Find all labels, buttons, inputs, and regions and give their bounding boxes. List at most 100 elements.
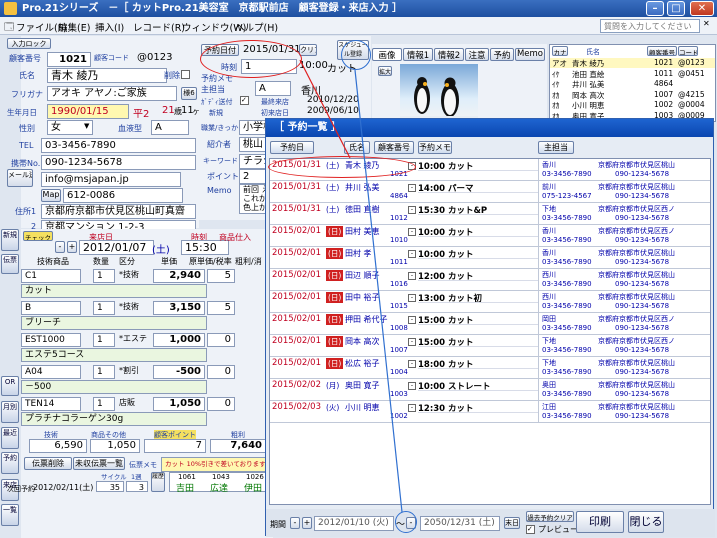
sidebar-monthly-button[interactable]: 月別 bbox=[1, 401, 19, 423]
tab-caution[interactable]: 注意 bbox=[465, 48, 489, 61]
list-item[interactable]: ｵｶ 岡本 高次 1007 @4215 bbox=[550, 90, 715, 100]
qty-field[interactable]: 1 bbox=[93, 397, 115, 411]
input-lock-button[interactable]: 入力ロック bbox=[7, 38, 51, 49]
list-header-no[interactable]: 顧客番号 bbox=[647, 46, 677, 56]
print-button[interactable]: 印刷 bbox=[576, 511, 624, 533]
rate-field[interactable]: 5 bbox=[207, 269, 235, 283]
reservation-row[interactable]: 2015/02/01 (日) 田中 裕子 1015-13:00 カット初 西川 03-34… bbox=[270, 291, 710, 313]
blood-select[interactable]: A bbox=[151, 120, 189, 135]
row-check[interactable]: - bbox=[408, 382, 416, 390]
mail-send-button[interactable]: メール送信 bbox=[7, 169, 33, 187]
customer-no-field[interactable]: 1021 bbox=[47, 52, 91, 67]
mobile-field[interactable]: 090-1234-5678 bbox=[41, 155, 196, 170]
menu-record[interactable]: レコード(R) bbox=[133, 20, 185, 34]
menu-help[interactable]: ヘルプ(H) bbox=[235, 20, 278, 34]
sort-memo-button[interactable]: 予約メモ bbox=[418, 141, 452, 154]
price-field[interactable]: 1,050 bbox=[153, 397, 205, 411]
reserve-clear-button[interactable]: クリア bbox=[299, 44, 317, 56]
item-code-field[interactable]: B bbox=[21, 301, 81, 315]
visit-date-field[interactable]: 2012/01/07 bbox=[79, 240, 154, 255]
period-from-field[interactable]: 2012/01/10 (火) bbox=[314, 516, 394, 531]
sidebar-recent-button[interactable]: 最近 bbox=[1, 427, 19, 449]
row-check[interactable]: - bbox=[408, 228, 416, 236]
item-name-field[interactable]: －500 bbox=[21, 380, 207, 394]
from-plus-button[interactable]: + bbox=[302, 517, 312, 529]
price-field[interactable]: 1,000 bbox=[153, 333, 205, 347]
sidebar-list-button[interactable]: 一覧 bbox=[1, 504, 19, 526]
sidebar-or-button[interactable]: OR bbox=[1, 376, 19, 396]
row-check[interactable]: - bbox=[408, 250, 416, 258]
qty-field[interactable]: 1 bbox=[93, 269, 115, 283]
sidebar-reserve-button[interactable]: 予約 bbox=[1, 452, 19, 474]
honorific-button[interactable]: 様6 bbox=[181, 87, 197, 100]
tab-reserve[interactable]: 予約 bbox=[490, 48, 514, 61]
rate-field[interactable]: 5 bbox=[207, 301, 235, 315]
row-check[interactable]: - bbox=[408, 272, 416, 280]
sidebar-slip-button[interactable]: 伝票 bbox=[1, 254, 19, 274]
check-button[interactable]: チェック bbox=[23, 231, 53, 241]
row-check[interactable]: - bbox=[408, 294, 416, 302]
sort-name-button[interactable]: 氏名 bbox=[344, 141, 370, 154]
clear-past-button[interactable]: 過去予約クリア bbox=[526, 511, 574, 522]
reservation-row[interactable]: 2015/02/01 (日) 岡本 高次 1007-15:00 カット 下地 03-345… bbox=[270, 335, 710, 357]
row-check[interactable]: - bbox=[408, 360, 416, 368]
tab-info1[interactable]: 情報1 bbox=[403, 48, 433, 61]
close-window-button[interactable]: ✕ bbox=[690, 1, 714, 16]
maximize-button[interactable]: □ bbox=[667, 1, 685, 16]
send-checkbox[interactable]: ✓ bbox=[240, 96, 249, 105]
delete-checkbox[interactable] bbox=[181, 70, 190, 79]
qty-field[interactable]: 1 bbox=[93, 365, 115, 379]
rate-field[interactable]: 0 bbox=[207, 333, 235, 347]
reservation-row[interactable]: 2015/02/02 (月) 奥田 寛子 1003-10:00 ストレート 奥田 03-3… bbox=[270, 379, 710, 401]
zip-field[interactable]: 612-0086 bbox=[63, 188, 183, 203]
list-item[interactable]: ｵｶ 小川 明恵 1002 @0004 bbox=[550, 100, 715, 110]
reservation-row[interactable]: 2015/02/01 (日) 田辺 順子 1016-12:00 カット 西川 03-345… bbox=[270, 269, 710, 291]
price-field[interactable]: 3,150 bbox=[153, 301, 205, 315]
birth-field[interactable]: 1990/01/15 bbox=[47, 104, 129, 119]
item-name-field[interactable]: プラチナコラーゲン30g bbox=[21, 412, 207, 426]
reservation-row[interactable]: 2015/01/31 (土) 井川 弘美 4864-14:00 パーマ 前川 075-12… bbox=[270, 181, 710, 203]
reservation-row[interactable]: 2015/02/03 (火) 小川 明恵 1002-12:30 カット 江田 03-345… bbox=[270, 401, 710, 423]
next-date-button[interactable]: + bbox=[67, 241, 77, 253]
row-check[interactable]: - bbox=[408, 404, 416, 412]
question-input[interactable]: 質問を入力してください bbox=[600, 19, 700, 33]
period-to-field[interactable]: 2050/12/31 (土) bbox=[420, 516, 500, 531]
mail-field[interactable]: info@msjapan.jp bbox=[41, 172, 181, 187]
from-minus-button[interactable]: - bbox=[290, 517, 300, 529]
item-name-field[interactable]: ブリーチ bbox=[21, 316, 207, 330]
reservation-row[interactable]: 2015/02/01 (日) 田村 孝 1011-10:00 カット 香川 03-3456… bbox=[270, 247, 710, 269]
item-code-field[interactable]: A04 bbox=[21, 365, 81, 379]
zoom-button[interactable]: 拡大 bbox=[378, 66, 392, 76]
tab-memo[interactable]: Memo bbox=[515, 48, 545, 61]
row-check[interactable]: - bbox=[408, 316, 416, 324]
sidebar-new-button[interactable]: 新規 bbox=[1, 229, 19, 251]
reservation-row[interactable]: 2015/02/01 (日) 押田 希代子 1008-15:00 カット 岡田 03-34… bbox=[270, 313, 710, 335]
preview-checkbox[interactable]: ✓ bbox=[526, 525, 535, 534]
map-button[interactable]: Map bbox=[41, 189, 61, 202]
item-name-field[interactable]: エステ5コース bbox=[21, 348, 207, 362]
menu-edit[interactable]: 編集(E) bbox=[58, 20, 90, 34]
end-date-button[interactable]: 末日 bbox=[504, 517, 520, 529]
minimize-button[interactable]: – bbox=[646, 1, 664, 16]
furigana-field[interactable]: アオキ アヤノ:ご家族 bbox=[47, 86, 177, 101]
name-field[interactable]: 青木 綾乃 bbox=[47, 68, 167, 83]
menu-close-icon[interactable]: ✕ bbox=[703, 19, 710, 28]
sort-no-button[interactable]: 顧客番号 bbox=[374, 141, 414, 154]
reservation-row[interactable]: 2015/02/01 (日) 松広 裕子 1004-18:00 カット 下地 03-345… bbox=[270, 357, 710, 379]
list-item[interactable]: ｲｹ 池田 直絵 1011 @0451 bbox=[550, 69, 715, 79]
reservation-row[interactable]: 2015/02/01 (日) 田村 美恵 1010-10:00 カット 香川 03-345… bbox=[270, 225, 710, 247]
menu-insert[interactable]: 挿入(I) bbox=[95, 20, 124, 34]
sort-staff-button[interactable]: 主担当 bbox=[538, 141, 574, 154]
close-dialog-button[interactable]: 閉じる bbox=[628, 511, 664, 533]
tab-image[interactable]: 画像 bbox=[372, 48, 402, 61]
list-item[interactable]: アオ 青木 綾乃 1021 @0123 bbox=[550, 58, 715, 68]
row-check[interactable]: - bbox=[408, 184, 416, 192]
list-header-code[interactable]: コード bbox=[678, 46, 698, 56]
item-code-field[interactable]: C1 bbox=[21, 269, 81, 283]
item-code-field[interactable]: TEN14 bbox=[21, 397, 81, 411]
rate-field[interactable]: 0 bbox=[207, 397, 235, 411]
qty-field[interactable]: 1 bbox=[93, 301, 115, 315]
item-name-field[interactable]: カット bbox=[21, 284, 207, 298]
slip-delete-button[interactable]: 伝票削除 bbox=[24, 457, 72, 470]
qty-field[interactable]: 1 bbox=[93, 333, 115, 347]
